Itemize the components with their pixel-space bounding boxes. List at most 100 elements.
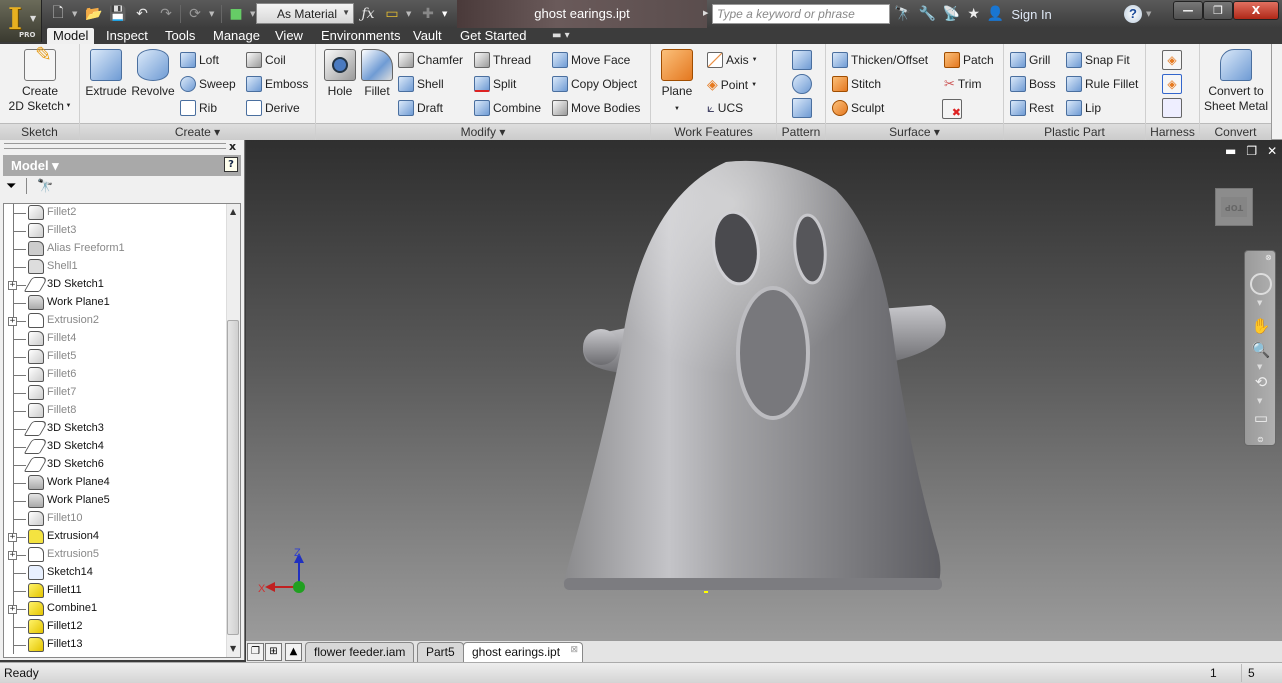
point-button[interactable]: ◈ Point ▼ <box>707 76 757 93</box>
tree-node[interactable]: Sketch14 <box>4 564 226 582</box>
browser-grip[interactable] <box>4 143 226 149</box>
viewcube[interactable]: TOP <box>1215 188 1253 226</box>
tree-node[interactable]: Fillet2 <box>4 204 226 222</box>
tree-node[interactable]: Fillet7 <box>4 384 226 402</box>
browser-header[interactable]: Model ▾ <box>3 155 241 176</box>
thread-button[interactable]: Thread <box>474 52 531 68</box>
open-icon[interactable]: 📂 <box>84 5 104 23</box>
tree-node[interactable]: +3D Sketch1 <box>4 276 226 294</box>
redo-icon[interactable]: ↷ <box>156 5 176 23</box>
trim-button[interactable]: ✂ Trim <box>944 76 981 92</box>
function-icon[interactable]: ƒx <box>358 5 378 23</box>
tree-node[interactable]: Fillet13 <box>4 636 226 654</box>
cascade-windows-icon[interactable]: ❐ <box>247 643 264 661</box>
search-input[interactable]: Type a keyword or phrase <box>712 4 890 24</box>
axis-button[interactable]: Axis ▼ <box>707 52 758 68</box>
doc-tab-ghost-earings[interactable]: ghost earings.ipt ⊠ <box>463 642 584 663</box>
tree-node[interactable]: 3D Sketch3 <box>4 420 226 438</box>
help-icon[interactable]: ? <box>1124 5 1142 23</box>
tree-node[interactable]: + Combine1 <box>4 600 226 618</box>
plane-button[interactable]: Plane ▼ <box>657 49 697 117</box>
shell-button[interactable]: Shell <box>398 76 444 92</box>
rest-button[interactable]: Rest <box>1010 100 1054 116</box>
pan-hand-icon[interactable]: ✋ <box>1250 315 1272 337</box>
tree-node[interactable]: + Extrusion4 <box>4 528 226 546</box>
hole-button[interactable]: Hole <box>320 49 360 99</box>
panel-title[interactable]: Modify ▾ <box>316 123 650 140</box>
scroll-up-icon[interactable]: ▲ <box>230 207 236 216</box>
star-icon[interactable]: ★ <box>967 6 980 22</box>
tree-node[interactable]: Work Plane1 <box>4 294 226 312</box>
combine-button[interactable]: Combine <box>474 100 541 116</box>
derive-button[interactable]: Derive <box>246 100 300 116</box>
panel-title[interactable]: Create ▾ <box>80 123 315 140</box>
tab-tools[interactable]: Tools <box>159 28 201 44</box>
harness-point-icon[interactable]: ◈ <box>1162 50 1182 70</box>
expand-search-icon[interactable]: ▶ <box>703 9 708 17</box>
expand-icon[interactable]: + <box>8 533 17 542</box>
coil-button[interactable]: Coil <box>246 52 286 68</box>
tree-node[interactable]: Fillet3 <box>4 222 226 240</box>
delete-face-icon[interactable]: ✖ <box>942 99 962 119</box>
split-button[interactable]: Split <box>474 76 516 92</box>
close-icon[interactable]: ✕ <box>1267 144 1277 158</box>
convert-to-sheet-metal-button[interactable]: Convert to Sheet Metal <box>1202 49 1270 114</box>
ribbon-minimize-icon[interactable]: ▬ ▾ <box>552 30 570 41</box>
chevron-down-icon[interactable]: ▼ <box>1257 363 1262 371</box>
expand-icon[interactable]: + <box>8 317 17 326</box>
update-icon[interactable]: ⟳ <box>185 5 205 23</box>
select-icon[interactable]: ■ <box>226 5 246 23</box>
chevron-down-icon[interactable]: ▼ <box>1257 299 1262 307</box>
plus-icon[interactable]: ✚ <box>418 5 438 23</box>
tree-node[interactable]: Fillet4 <box>4 330 226 348</box>
tab-model[interactable]: Model <box>47 28 95 44</box>
scrollbar-thumb[interactable] <box>227 320 239 635</box>
close-button[interactable]: X <box>1233 1 1279 20</box>
thicken-offset-button[interactable]: Thicken/Offset <box>832 52 928 68</box>
steering-wheel-icon[interactable] <box>1250 273 1272 295</box>
patch-button[interactable]: Patch <box>944 52 994 68</box>
tab-view[interactable]: View <box>269 28 309 44</box>
restore-icon[interactable]: ❐ <box>1246 144 1257 158</box>
tree-node[interactable]: Fillet5 <box>4 348 226 366</box>
application-menu-button[interactable]: I ▼ PRO <box>0 0 42 42</box>
lip-button[interactable]: Lip <box>1066 100 1101 116</box>
tree-node[interactable]: 3D Sketch6 <box>4 456 226 474</box>
customize-icon[interactable]: ⊜ <box>1257 435 1264 444</box>
harness-constraint-icon[interactable]: ◈ <box>1162 74 1182 94</box>
tab-environments[interactable]: Environments <box>315 28 406 44</box>
fillet-button[interactable]: Fillet <box>358 49 396 99</box>
tree-node[interactable]: Work Plane5 <box>4 492 226 510</box>
scroll-down-icon[interactable]: ▼ <box>230 644 236 653</box>
draft-button[interactable]: Draft <box>398 100 443 116</box>
tree-node[interactable]: Shell1 <box>4 258 226 276</box>
tree-node[interactable]: 3D Sketch4 <box>4 438 226 456</box>
minimize-button[interactable]: — <box>1173 1 1203 20</box>
zoom-icon[interactable]: 🔍 <box>1250 339 1272 361</box>
circular-pattern-icon[interactable] <box>792 74 812 94</box>
tree-node[interactable]: Fillet6 <box>4 366 226 384</box>
user-icon[interactable]: 👤 <box>987 6 1004 22</box>
extrude-button[interactable]: Extrude <box>84 49 128 99</box>
doc-tab-flower-feeder[interactable]: flower feeder.iam <box>305 642 415 662</box>
chevron-down-icon[interactable]: ▼ <box>406 10 414 18</box>
move-bodies-button[interactable]: Move Bodies <box>552 100 640 116</box>
rib-button[interactable]: Rib <box>180 100 217 116</box>
restore-button[interactable]: ❐ <box>1203 1 1233 20</box>
sweep-button[interactable]: Sweep <box>180 76 236 92</box>
revolve-button[interactable]: Revolve <box>130 49 176 99</box>
mirror-icon[interactable] <box>792 98 812 118</box>
chamfer-button[interactable]: Chamfer <box>398 52 463 68</box>
loft-button[interactable]: Loft <box>180 52 219 68</box>
ghost-model[interactable] <box>546 150 966 610</box>
tile-windows-icon[interactable]: ⊞ <box>265 643 282 661</box>
close-icon[interactable]: ⊗ <box>1265 253 1272 262</box>
harness-export-icon[interactable] <box>1162 98 1182 118</box>
tab-get-started[interactable]: Get Started <box>454 28 532 44</box>
sign-in-button[interactable]: Sign In <box>1011 7 1051 22</box>
open-documents-icon[interactable]: ▲ <box>285 643 302 661</box>
move-face-button[interactable]: Move Face <box>552 52 630 68</box>
minimize-icon[interactable]: ▬ <box>1225 144 1236 158</box>
tree-node[interactable]: Work Plane4 <box>4 474 226 492</box>
snap-fit-button[interactable]: Snap Fit <box>1066 52 1130 68</box>
